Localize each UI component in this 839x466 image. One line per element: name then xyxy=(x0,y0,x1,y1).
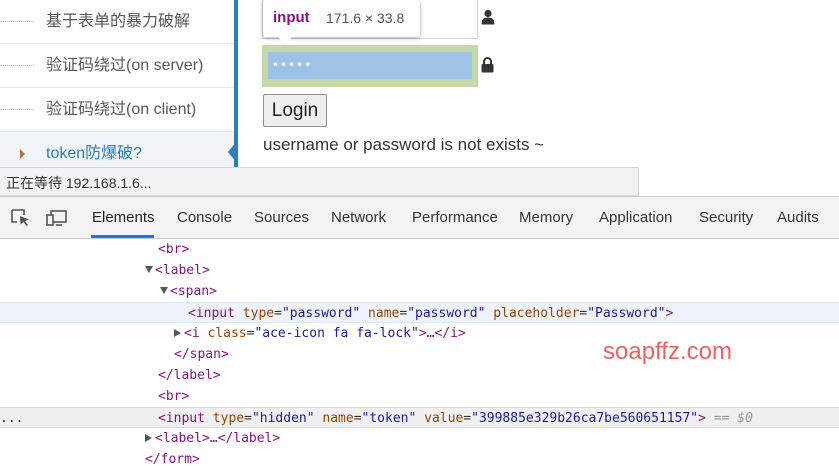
tree-connector xyxy=(0,65,34,66)
dom-node-password-input[interactable]: <input type="password" name="password" p… xyxy=(0,302,839,323)
tab-elements[interactable]: Elements xyxy=(92,197,155,239)
sidebar-item-form-bruteforce[interactable]: 基于表单的暴力破解 xyxy=(0,0,236,44)
dom-node[interactable]: <label>…</label> xyxy=(0,428,839,449)
dom-tag: </form> xyxy=(145,452,200,466)
tab-application[interactable]: Application xyxy=(599,197,672,239)
selected-node-marker: == $0 xyxy=(713,411,753,426)
status-text: 正在等待 192.168.1.6... xyxy=(6,175,152,191)
status-bar: 正在等待 192.168.1.6... xyxy=(0,167,639,196)
dom-tag: <input xyxy=(158,411,205,426)
dom-tag: <input xyxy=(188,306,235,321)
attr-name: placeholder xyxy=(493,306,580,321)
dom-node[interactable]: </form> xyxy=(0,449,839,466)
collapsed-triangle-icon[interactable] xyxy=(174,329,181,337)
active-tab-indicator xyxy=(91,235,154,238)
dom-tag: >…</i> xyxy=(418,326,466,341)
tab-memory[interactable]: Memory xyxy=(519,197,573,239)
password-input[interactable]: ••••• xyxy=(268,52,472,79)
tab-sources[interactable]: Sources xyxy=(254,197,309,239)
device-toolbar-icon[interactable] xyxy=(46,208,68,228)
more-options-icon[interactable]: ... xyxy=(0,408,23,429)
lock-icon xyxy=(481,57,494,73)
sidebar-item-label: 基于表单的暴力破解 xyxy=(46,13,191,30)
attr-value: "Password" xyxy=(587,306,666,321)
dom-node[interactable]: <label> xyxy=(0,260,839,281)
dom-tag: <span> xyxy=(170,284,217,299)
dom-tag: </span> xyxy=(174,347,229,362)
expanded-triangle-icon[interactable] xyxy=(145,266,153,273)
tab-performance[interactable]: Performance xyxy=(412,197,498,239)
login-button[interactable]: Login xyxy=(263,94,327,127)
dom-node[interactable]: <br> xyxy=(0,386,839,407)
attr-name: type xyxy=(242,306,275,321)
devtools-toolbar: Elements Console Sources Network Perform… xyxy=(0,197,839,239)
attr-value: "password" xyxy=(281,306,361,321)
dom-tag: <br> xyxy=(158,389,190,404)
tab-console[interactable]: Console xyxy=(177,197,232,239)
attr-value: "password" xyxy=(407,306,486,321)
dom-node[interactable]: <br> xyxy=(0,239,839,260)
caret-right-icon xyxy=(20,149,25,159)
sidebar-item-captcha-client[interactable]: 验证码绕过(on client) xyxy=(0,88,236,132)
dom-tag: <label>…</label> xyxy=(155,431,281,446)
attr-value: "hidden" xyxy=(251,411,315,426)
user-icon xyxy=(481,9,495,25)
tab-network[interactable]: Network xyxy=(331,197,386,239)
dom-tag: <i xyxy=(184,326,200,341)
attr-value: "ace-icon fa fa-lock" xyxy=(254,326,419,341)
tree-connector xyxy=(0,109,34,110)
dom-tag: </label> xyxy=(158,368,221,383)
tab-audits[interactable]: Audits xyxy=(777,197,819,239)
devtools-panel: Elements Console Sources Network Perform… xyxy=(0,196,839,466)
expanded-triangle-icon[interactable] xyxy=(160,287,168,294)
inspect-tooltip: input 171.6 × 33.8 xyxy=(263,0,420,37)
sidebar-item-label: 验证码绕过(on server) xyxy=(46,57,204,74)
attr-name: name xyxy=(368,306,400,321)
attr-name: type xyxy=(212,411,245,426)
dom-tag: <br> xyxy=(158,242,190,257)
attr-name: name xyxy=(322,411,354,426)
tree-connector xyxy=(0,21,34,22)
error-message: username or password is not exists ~ xyxy=(263,135,545,154)
dom-tag: > xyxy=(665,306,674,321)
dom-tag: > xyxy=(698,411,706,426)
watermark-text: soapffz.com xyxy=(603,338,732,365)
dom-node-token-input[interactable]: ... <input type="hidden" name="token" va… xyxy=(0,407,839,428)
attr-name: value xyxy=(424,411,464,426)
sidebar-active-pointer xyxy=(228,142,236,162)
inspect-element-icon[interactable] xyxy=(10,208,32,228)
tooltip-arrow xyxy=(278,37,292,44)
tooltip-tag-name: input xyxy=(273,9,310,26)
token-value: "399885e329b26ca7be560651157" xyxy=(471,411,699,426)
dom-tag: <label> xyxy=(155,263,210,278)
sidebar-item-captcha-server[interactable]: 验证码绕过(on server) xyxy=(0,44,236,88)
collapsed-triangle-icon[interactable] xyxy=(145,434,152,442)
tooltip-dimensions: 171.6 × 33.8 xyxy=(326,10,405,26)
page-viewport: 基于表单的暴力破解 验证码绕过(on server) 验证码绕过(on clie… xyxy=(0,0,839,196)
attr-name: class xyxy=(207,326,247,341)
attr-value: "token" xyxy=(361,411,417,426)
sidebar-item-label: 验证码绕过(on client) xyxy=(46,101,197,118)
dom-node[interactable]: <span> xyxy=(0,281,839,302)
tab-security[interactable]: Security xyxy=(699,197,753,239)
dom-node[interactable]: </label> xyxy=(0,365,839,386)
